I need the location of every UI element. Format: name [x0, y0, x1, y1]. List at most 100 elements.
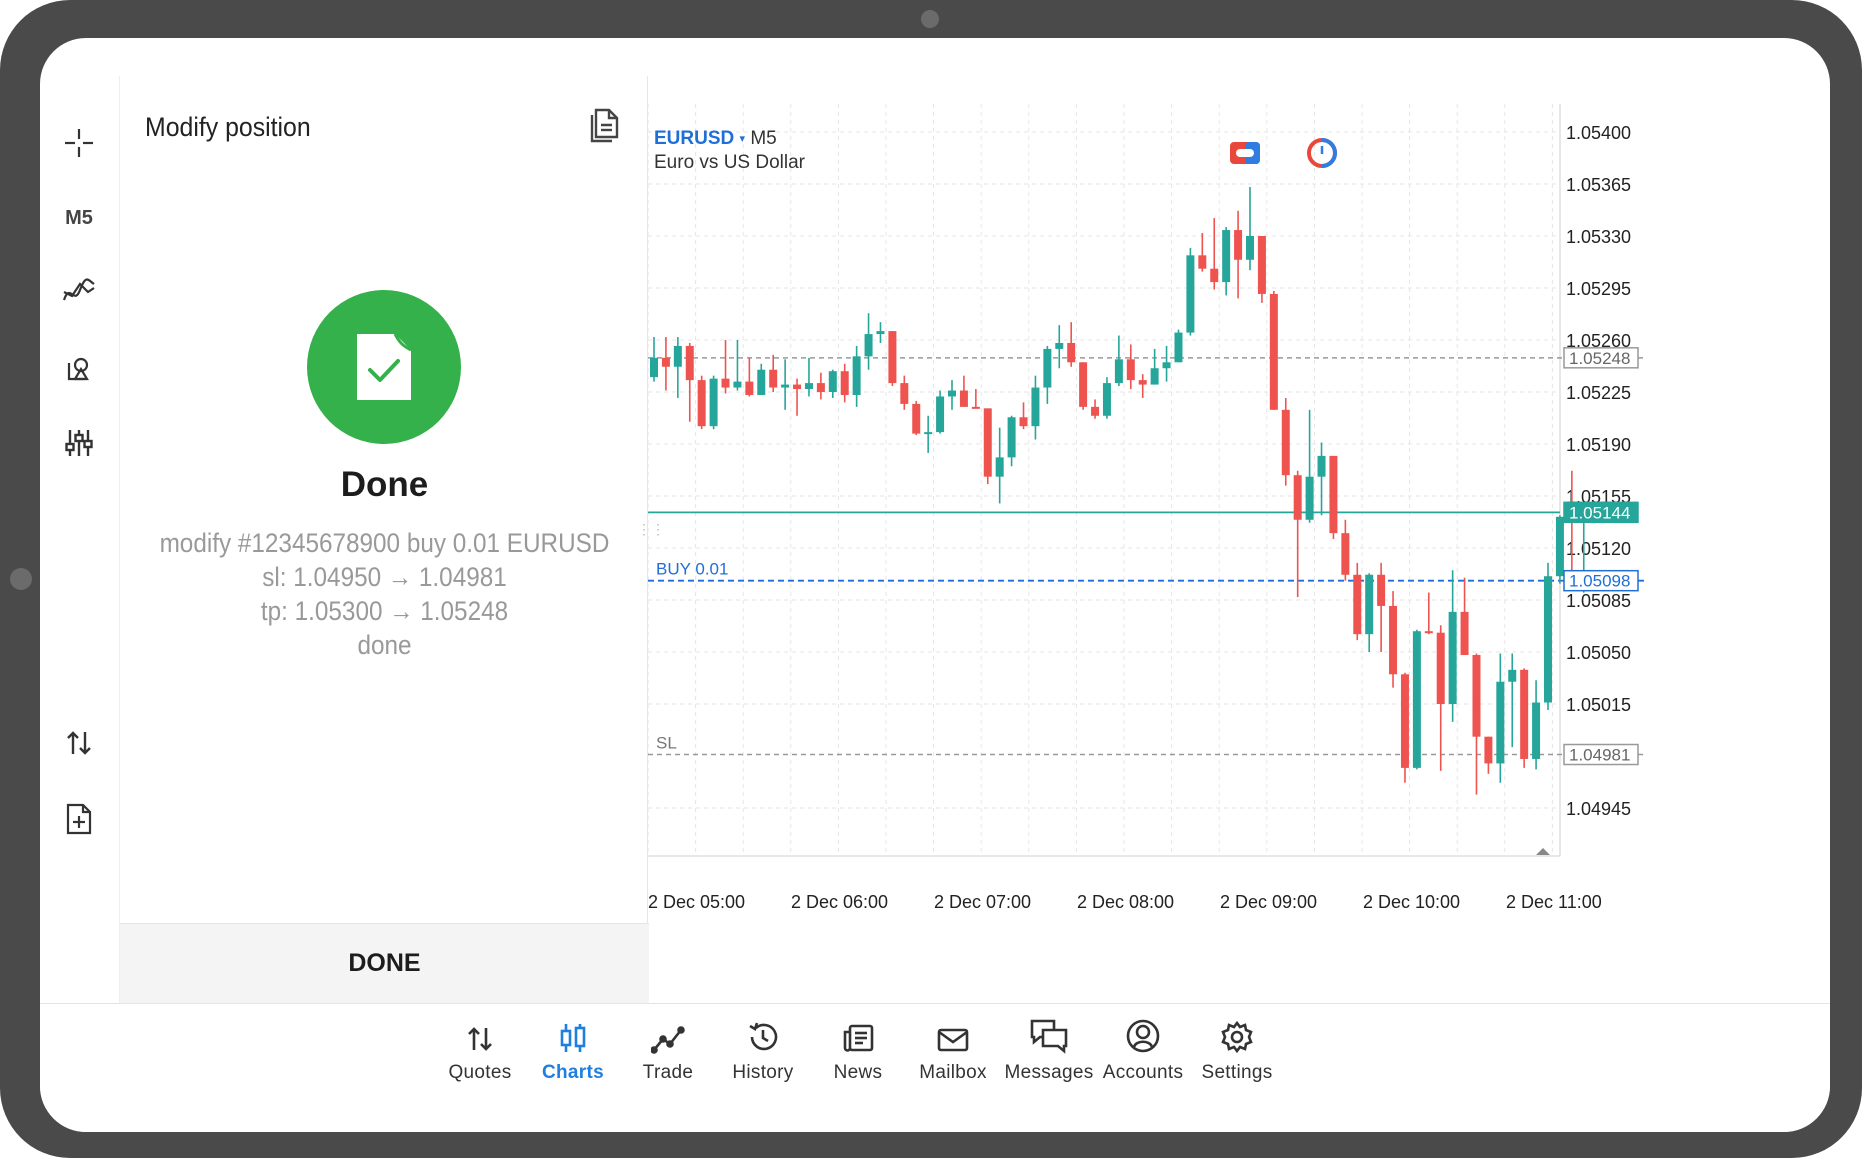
- candle-body: [1424, 631, 1433, 634]
- chart-timeframe: M5: [750, 128, 777, 149]
- candle-body: [757, 369, 766, 395]
- timeframe-button[interactable]: M5: [54, 193, 104, 243]
- signal-timer-icon[interactable]: [1305, 138, 1339, 168]
- candle-body: [1198, 255, 1207, 269]
- tab-label: Mailbox: [919, 1062, 987, 1083]
- y-tick-label: 1.05365: [1566, 175, 1631, 195]
- envelope-icon: [898, 1014, 1008, 1054]
- tab-settings[interactable]: Settings: [1182, 1014, 1292, 1086]
- one-click-trading-icon[interactable]: [1228, 138, 1262, 168]
- x-tick-label: 2 Dec 09:00: [1220, 892, 1317, 912]
- log-line: done: [357, 630, 412, 660]
- candle-body: [1353, 574, 1362, 635]
- buy-price-tag: 1.05098: [1569, 572, 1630, 591]
- copy-icon[interactable]: [585, 104, 625, 144]
- news-icon: [803, 1014, 913, 1054]
- price-chart[interactable]: 1.05400 1.05365 1.05330 1.05295 1.05260 1.052…: [647, 76, 1830, 1006]
- candle-body: [1377, 574, 1386, 606]
- y-tick-label: 1.05120: [1566, 539, 1631, 559]
- candle-body: [1234, 230, 1243, 260]
- candle-body: [1162, 362, 1171, 369]
- candle-body: [1055, 342, 1064, 349]
- y-tick-label: 1.05085: [1566, 591, 1631, 611]
- y-tick-label: 1.05190: [1566, 435, 1631, 455]
- candles-icon: [518, 1014, 628, 1054]
- candle-body: [864, 334, 873, 357]
- bid-price-tag: 1.05144: [1569, 503, 1630, 522]
- symbol-dropdown-icon[interactable]: ▾: [740, 133, 746, 145]
- tab-mailbox[interactable]: Mailbox: [898, 1014, 1008, 1086]
- candle-body: [1448, 611, 1457, 704]
- buy-position-label: BUY 0.01: [656, 560, 728, 579]
- log-line: modify #12345678900 buy 0.01 EURUSD: [159, 528, 610, 558]
- candle-body: [1150, 368, 1159, 385]
- trade-arrows-icon[interactable]: [54, 718, 104, 768]
- y-tick-label: 1.04945: [1566, 799, 1631, 819]
- panel-title: Modify position: [145, 112, 311, 142]
- chart-settings-sliders-icon[interactable]: [54, 418, 104, 468]
- candle-body: [1067, 342, 1076, 363]
- candle-body: [1210, 268, 1219, 283]
- candle-body: [971, 406, 980, 409]
- candle-body: [661, 357, 670, 367]
- candle-body: [888, 331, 897, 384]
- candle-body: [1472, 654, 1481, 737]
- candle-body: [876, 331, 885, 335]
- candle-body: [1544, 576, 1552, 703]
- x-tick-label: 2 Dec 10:00: [1363, 892, 1460, 912]
- panel-resize-handle-icon[interactable]: ⋮⋮: [637, 522, 665, 548]
- candle-body: [995, 457, 1004, 477]
- candle-body: [745, 381, 754, 395]
- candle-body: [1174, 332, 1183, 363]
- candle-body: [673, 345, 682, 367]
- symbol-name[interactable]: EURUSD: [654, 128, 734, 149]
- candle-body: [697, 380, 706, 427]
- candle-body: [1305, 476, 1314, 520]
- candle-body: [1102, 383, 1111, 416]
- scroll-end-icon[interactable]: [1536, 848, 1550, 855]
- status-title: Done: [340, 465, 429, 504]
- log-line: tp: 1.05300 → 1.05248: [260, 596, 509, 626]
- symbol-title[interactable]: EURUSD ▾ M5: [654, 128, 777, 150]
- tab-label: Charts: [542, 1062, 604, 1083]
- app-screen: M5 Modify position Done modify #12345678…: [40, 38, 1830, 1132]
- sl-label: SL: [656, 734, 677, 753]
- candle-body: [721, 378, 730, 388]
- done-button[interactable]: DONE: [120, 923, 649, 1003]
- tp-price-tag: 1.05248: [1569, 349, 1630, 368]
- crosshair-icon[interactable]: [54, 118, 104, 168]
- y-tick-label: 1.05015: [1566, 695, 1631, 715]
- tab-news[interactable]: News: [803, 1014, 913, 1086]
- operation-log: modify #12345678900 buy 0.01 EURUSD sl: …: [120, 526, 649, 662]
- tab-charts[interactable]: Charts: [518, 1014, 628, 1086]
- log-line: sl: 1.04950 → 1.04981: [262, 562, 507, 592]
- symbol-description: Euro vs US Dollar: [654, 152, 805, 173]
- tab-history[interactable]: History: [708, 1014, 818, 1086]
- bottom-navigation: Quotes Charts Trade History News Mailbox: [40, 1003, 1830, 1132]
- candle-body: [983, 408, 992, 477]
- candle-body: [793, 384, 802, 390]
- candle-body: [948, 390, 956, 397]
- candle-body: [733, 381, 742, 388]
- candle-body: [1293, 475, 1302, 520]
- y-tick-label: 1.05050: [1566, 643, 1631, 663]
- objects-icon[interactable]: [54, 344, 104, 394]
- candle-body: [1114, 359, 1123, 384]
- candle-body: [1389, 605, 1398, 675]
- candle-body: [1329, 455, 1338, 534]
- candle-body: [828, 371, 837, 392]
- success-icon: [307, 290, 461, 444]
- x-tick-label: 2 Dec 06:00: [791, 892, 888, 912]
- tab-label: History: [732, 1062, 794, 1083]
- candle-body: [1246, 236, 1254, 260]
- sl-price-tag: 1.04981: [1569, 746, 1630, 765]
- candle-body: [1186, 255, 1195, 333]
- candle-body: [1138, 380, 1147, 385]
- new-order-icon[interactable]: [54, 794, 104, 844]
- chart-canvas[interactable]: 1.054001.053651.053301.052951.052601.052…: [647, 76, 1830, 1006]
- candle-body: [959, 390, 968, 407]
- x-tick-label: 2 Dec 08:00: [1077, 892, 1174, 912]
- tab-trade[interactable]: Trade: [613, 1014, 723, 1086]
- indicators-icon[interactable]: [54, 266, 104, 316]
- candle-body: [1532, 702, 1541, 759]
